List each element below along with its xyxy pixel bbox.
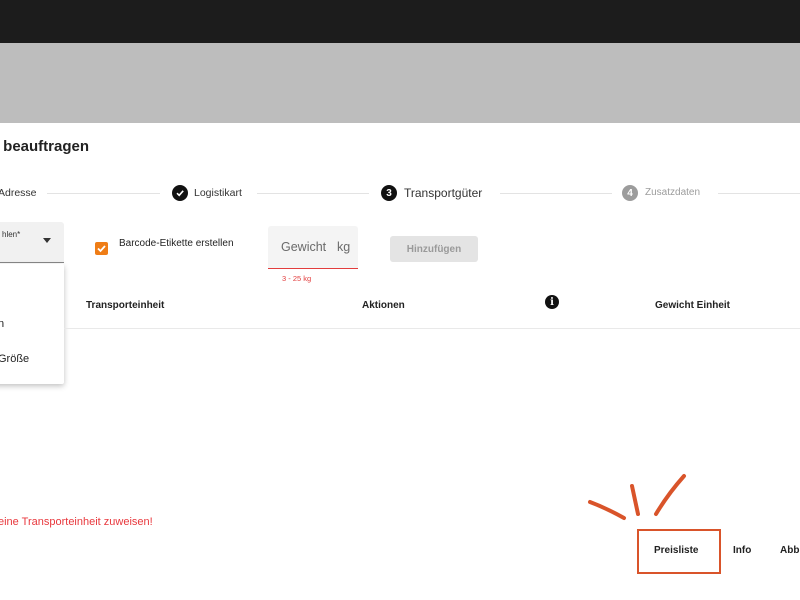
transport-type-select[interactable]: hlen* [0, 222, 64, 263]
step-connector [257, 193, 369, 194]
dropdown-arrow-icon[interactable] [43, 238, 51, 243]
dropdown-option[interactable]: Größe [0, 353, 29, 365]
column-header-aktionen: Aktionen [362, 300, 405, 311]
weight-unit: kg [337, 240, 351, 254]
column-header-transporteinheit: Transporteinheit [86, 300, 165, 311]
add-button[interactable]: Hinzufügen [390, 236, 478, 262]
step-connector [500, 193, 612, 194]
step-transportgueter-label[interactable]: Transportgüter [404, 186, 482, 200]
select-label: hlen* [2, 230, 21, 239]
top-app-bar [0, 0, 800, 43]
barcode-checkbox[interactable] [95, 242, 108, 255]
step-connector [47, 193, 160, 194]
weight-input[interactable]: Gewicht kg [268, 226, 358, 269]
step-logistikart-label[interactable]: Logistikart [194, 187, 242, 199]
step-3-badge: 3 [381, 185, 397, 201]
header-banner [0, 43, 800, 123]
info-button[interactable]: Info [733, 545, 751, 556]
weight-placeholder: Gewicht [281, 240, 327, 254]
error-message: eine Transporteinheit zuweisen! [0, 516, 153, 528]
weight-hint: 3 - 25 kg [282, 274, 312, 283]
dropdown-option[interactable]: n [0, 318, 4, 330]
table-header-divider [64, 328, 800, 329]
step-adresse-label[interactable]: Adresse [0, 187, 37, 199]
select-dropdown-panel: n Größe [0, 264, 64, 384]
page-title: t beauftragen [0, 138, 90, 155]
column-header-gewicht-einheit: Gewicht Einheit [655, 300, 731, 311]
annotation-strokes-icon [588, 474, 686, 520]
info-icon[interactable]: i [545, 295, 559, 309]
check-icon [172, 185, 188, 201]
step-connector [718, 193, 800, 194]
step-zusatzdaten-label[interactable]: Zusatzdaten [645, 187, 700, 198]
barcode-checkbox-label: Barcode-Etikette erstellen [119, 238, 234, 249]
preisliste-button[interactable]: Preisliste [654, 545, 698, 556]
abbrechen-button[interactable]: Abb [780, 545, 799, 556]
step-4-badge: 4 [622, 185, 638, 201]
